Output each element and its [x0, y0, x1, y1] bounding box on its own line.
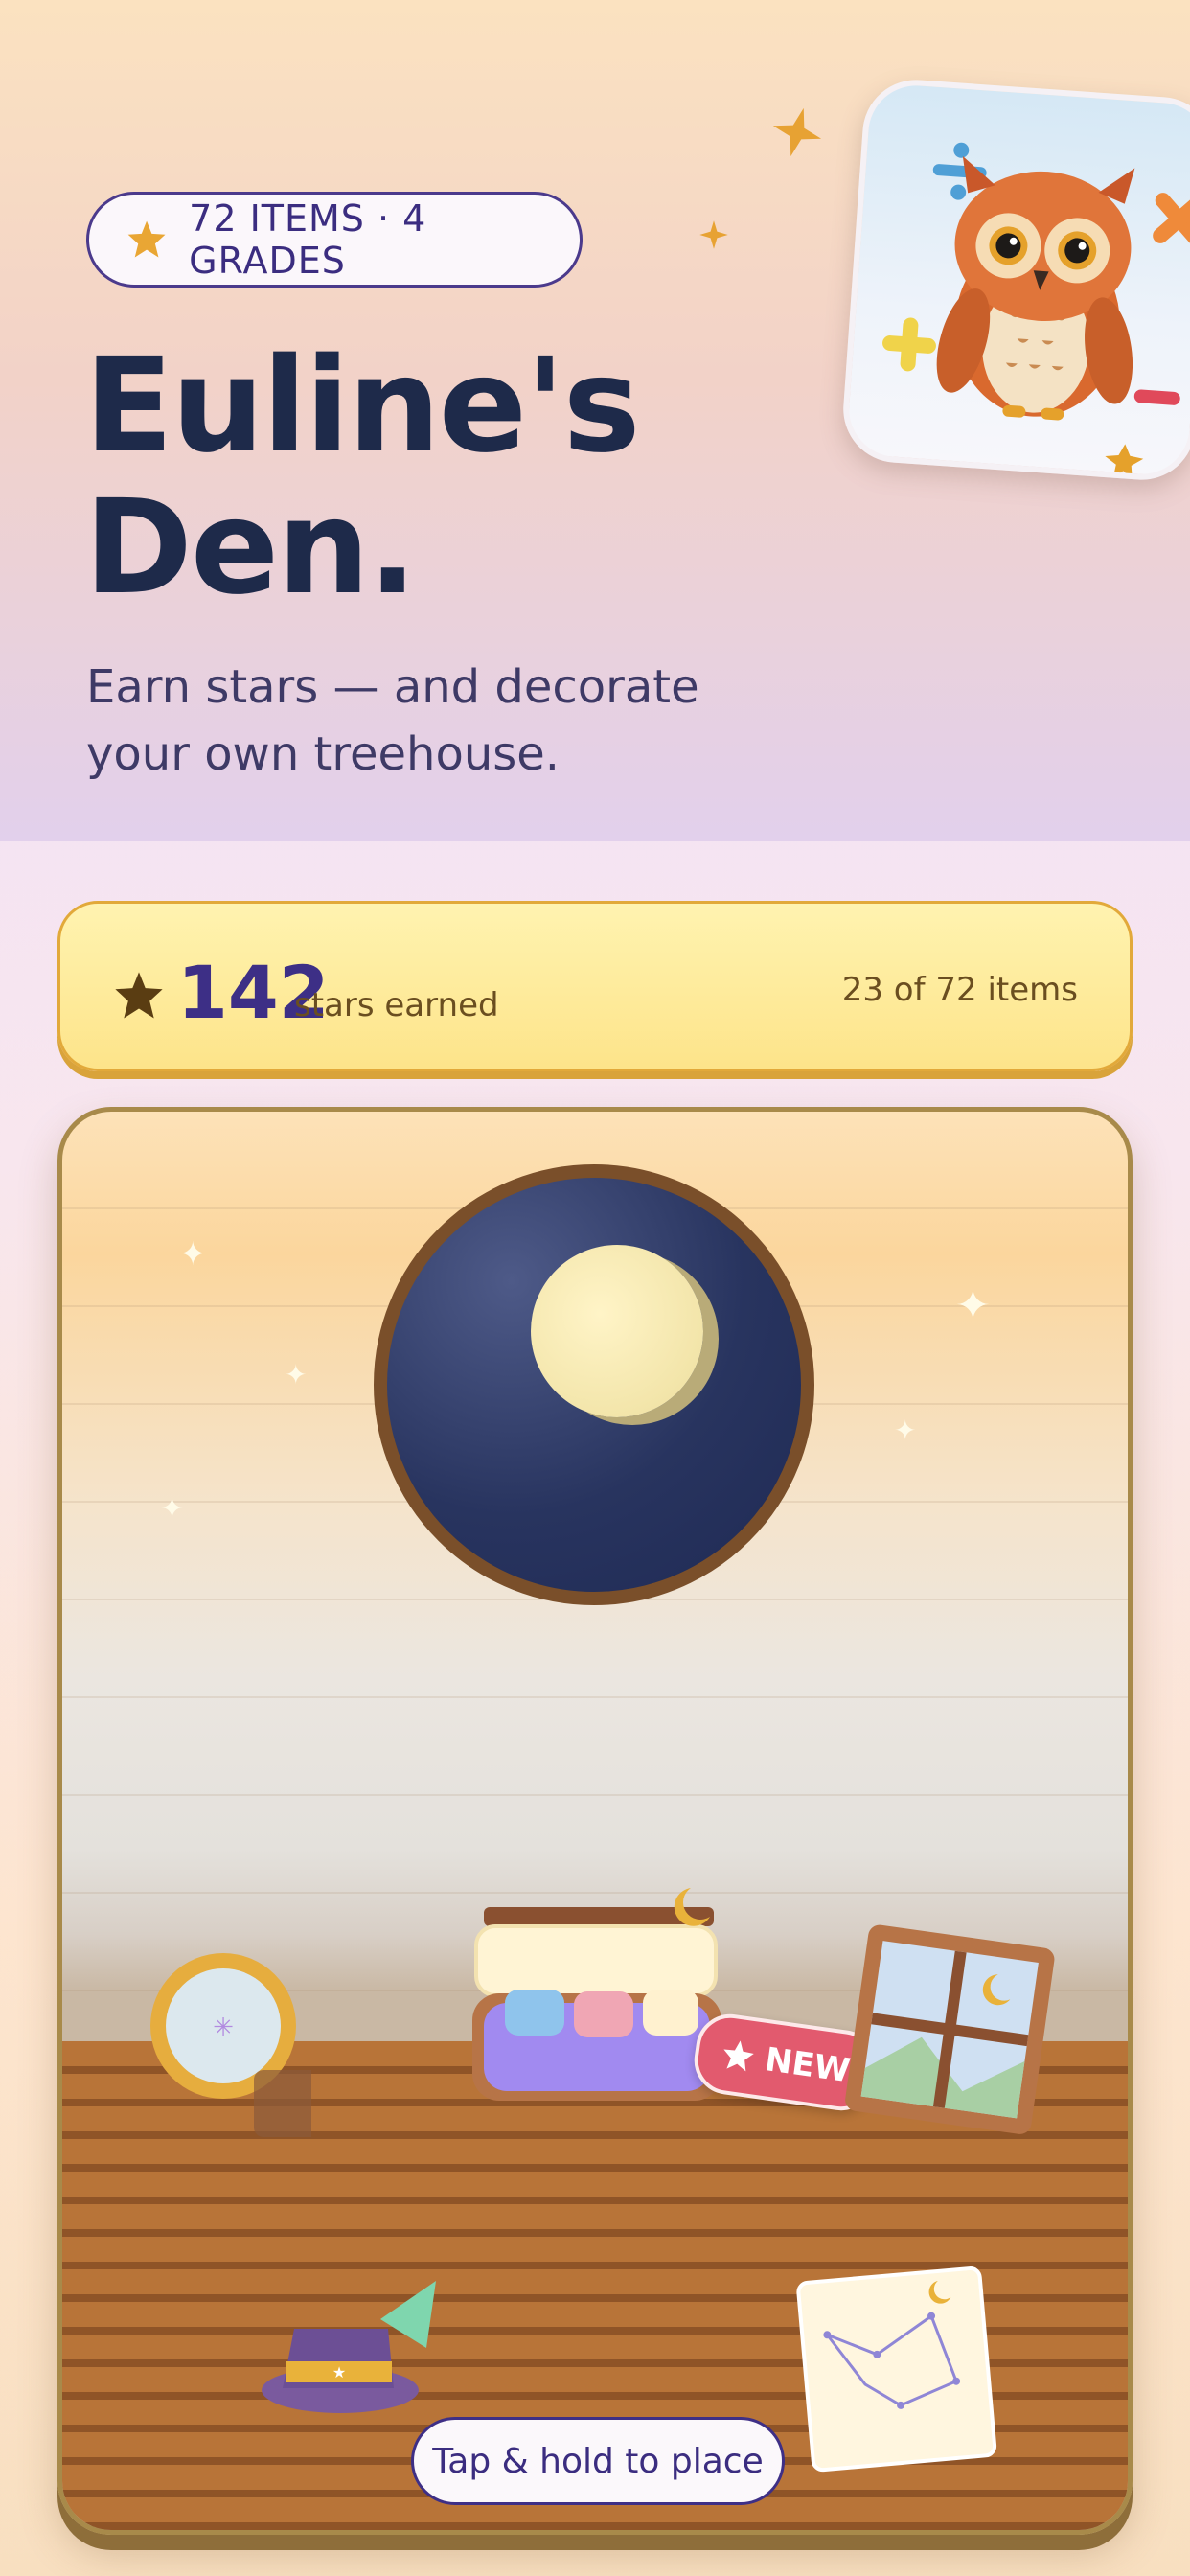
- owl-mascot-card: [839, 76, 1190, 484]
- star-icon: [723, 2040, 755, 2072]
- sparkle-icon: ✦: [285, 1359, 308, 1391]
- page-title: Euline's Den.: [84, 335, 641, 619]
- sparkle-star-icon: [699, 220, 728, 249]
- wizard-hat-item[interactable]: ★: [244, 2262, 474, 2434]
- svg-text:✳: ✳: [213, 2013, 234, 2042]
- sparkle-icon: ✦: [160, 1492, 185, 1526]
- svg-text:★: ★: [332, 2363, 346, 2381]
- treehouse-room[interactable]: ✦ ✦ ✦ ✦ ✦ ✳ NEW ★ Tap & hold to place: [57, 1107, 1133, 2535]
- badge-label: 72 ITEMS · 4 GRADES: [189, 197, 427, 282]
- sparkle-icon: ✦: [955, 1281, 991, 1330]
- star-icon: [115, 972, 163, 1019]
- bed-item[interactable]: [465, 1888, 752, 2137]
- items-progress: 23 of 72 items: [841, 971, 1078, 1009]
- page-subtitle: Earn stars — and decorate your own treeh…: [86, 660, 699, 781]
- times-icon: [1153, 193, 1190, 246]
- stars-label: stars earned: [294, 986, 499, 1024]
- items-grades-badge: 72 ITEMS · 4 GRADES: [86, 192, 583, 288]
- round-mirror-item[interactable]: ✳: [149, 1945, 311, 2137]
- minus-icon: [1133, 389, 1180, 405]
- constellation-map-item[interactable]: [792, 2262, 1003, 2482]
- sparkle-star-icon: [772, 107, 822, 157]
- title-line-2: Den.: [84, 472, 418, 624]
- stars-stats-bar: 142 stars earned 23 of 72 items: [57, 901, 1133, 1071]
- sparkle-icon: ✦: [894, 1414, 917, 1446]
- star-icon: [127, 220, 166, 258]
- window-item[interactable]: [833, 1913, 1070, 2150]
- plus-icon: [882, 317, 936, 372]
- divide-icon: [932, 142, 987, 200]
- moon-icon: [531, 1245, 703, 1417]
- sparkle-icon: ✦: [179, 1235, 207, 1274]
- moon-window[interactable]: [374, 1164, 814, 1605]
- owl-icon: [882, 142, 1190, 477]
- title-line-1: Euline's: [84, 331, 641, 482]
- tap-hold-hint: Tap & hold to place: [411, 2417, 785, 2505]
